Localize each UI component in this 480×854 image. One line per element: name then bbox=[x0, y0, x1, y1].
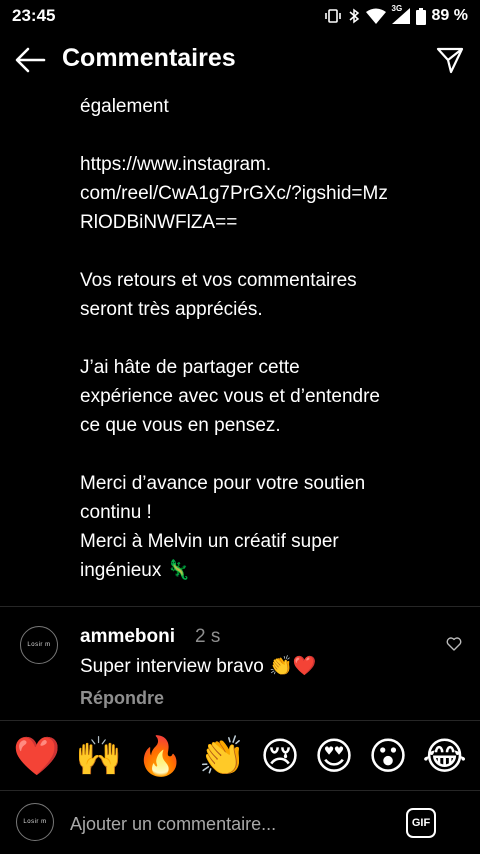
heart-icon bbox=[446, 637, 462, 651]
user-avatar: Losir m bbox=[16, 803, 54, 841]
comment-username[interactable]: ammeboni bbox=[80, 626, 175, 648]
post-caption: également https://www.instagram. com/ree… bbox=[80, 96, 388, 581]
app-bar: Commentaires bbox=[0, 32, 480, 88]
back-button[interactable] bbox=[14, 46, 46, 74]
emoji-clap[interactable]: 👏 bbox=[198, 734, 245, 778]
emoji-raised-hands[interactable]: 🙌 bbox=[75, 734, 122, 778]
comment-text: Super interview bravo 👏❤️ bbox=[80, 656, 317, 677]
avatar[interactable]: Losir m bbox=[20, 626, 58, 664]
emoji-quick-bar: ❤️ 🙌 🔥 👏 😢 😍 😮 😂 bbox=[0, 720, 480, 790]
emoji-laughing[interactable]: 😂 bbox=[422, 734, 466, 778]
cell-signal-icon: 3G bbox=[391, 4, 410, 24]
share-button[interactable] bbox=[436, 46, 464, 74]
arrow-left-icon bbox=[15, 47, 46, 73]
comment-item: Losir m ammeboni 2 s Super interview bra… bbox=[0, 618, 480, 718]
emoji-crying[interactable]: 😢 bbox=[260, 734, 300, 778]
like-comment-button[interactable] bbox=[446, 636, 462, 652]
emoji-fire[interactable]: 🔥 bbox=[137, 734, 184, 778]
emoji-heart[interactable]: ❤️ bbox=[13, 734, 60, 778]
network-type: 3G bbox=[391, 4, 403, 13]
send-icon bbox=[436, 47, 464, 74]
status-time: 23:45 bbox=[12, 6, 56, 25]
emoji-heart-eyes[interactable]: 😍 bbox=[314, 734, 354, 778]
comment-composer: Losir m GIF bbox=[0, 790, 480, 854]
bluetooth-icon bbox=[349, 8, 359, 24]
user-avatar-text: Losir m bbox=[23, 818, 47, 825]
comment-timestamp: 2 s bbox=[195, 626, 221, 647]
divider bbox=[0, 606, 480, 607]
emoji-surprised[interactable]: 😮 bbox=[368, 734, 408, 778]
avatar-text: Losir m bbox=[27, 641, 51, 648]
battery-level: 89 % bbox=[431, 7, 468, 24]
wifi-icon bbox=[365, 8, 386, 24]
vibrate-icon bbox=[324, 9, 341, 23]
page-title: Commentaires bbox=[62, 44, 236, 72]
reply-button[interactable]: Répondre bbox=[80, 688, 164, 709]
battery-icon bbox=[415, 7, 426, 25]
status-icons: 3G 89 % bbox=[324, 4, 468, 25]
status-bar: 23:45 3G 89 % bbox=[0, 0, 480, 32]
comment-input[interactable] bbox=[68, 811, 392, 837]
gif-button[interactable]: GIF bbox=[406, 808, 436, 838]
